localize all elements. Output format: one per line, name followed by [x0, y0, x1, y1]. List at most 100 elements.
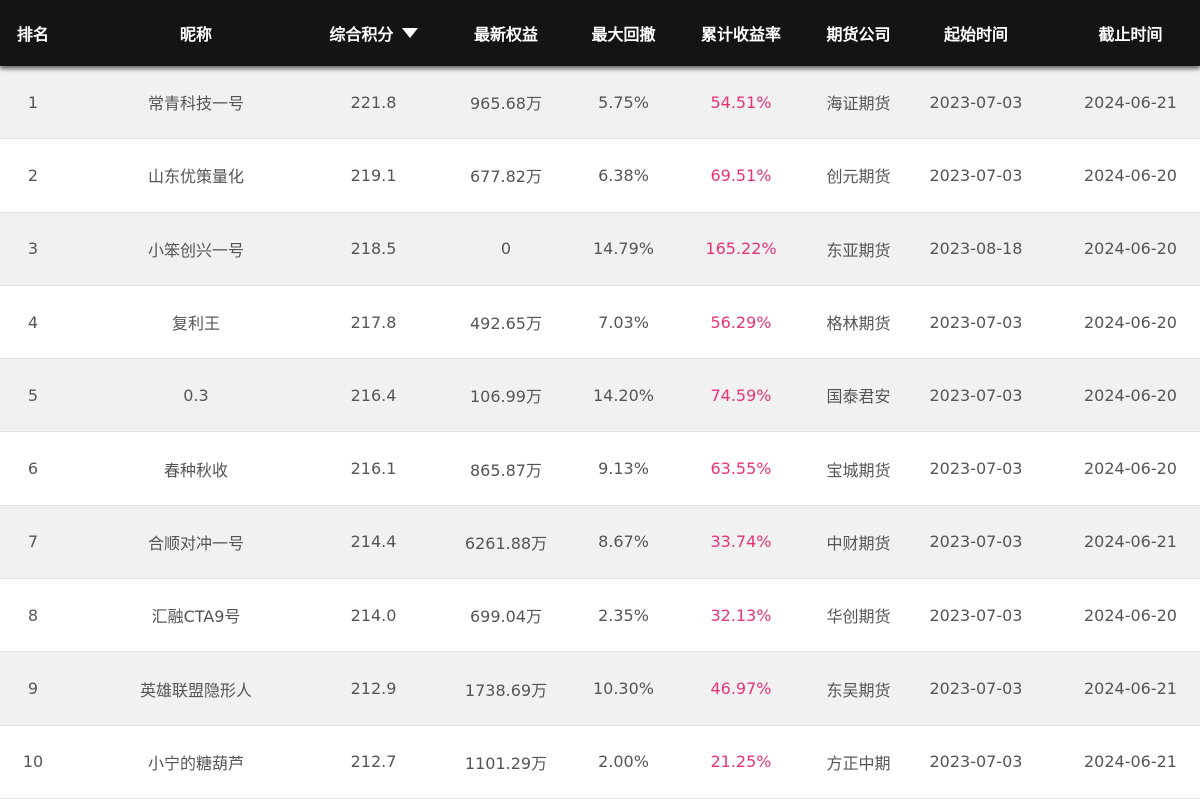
- cumulative-return-cell: 33.74%: [710, 532, 772, 552]
- table-row: 2 山东优策量化 219.1 677.82万 6.38% 69.51% 创元期货 2023-0…: [0, 139, 1200, 213]
- score-cell: 219.1: [350, 165, 397, 185]
- max-drawdown-cell: 14.79%: [592, 239, 654, 259]
- cumulative-return-cell: 74.59%: [710, 385, 772, 405]
- equity-cell: 6261.88万: [464, 533, 548, 553]
- score-cell: 221.8: [350, 92, 397, 112]
- ranking-table: 排名 昵称 综合积分 最新权益 最大回撤 累计收益率 期货公司 起始时间 截止时…: [0, 0, 1200, 799]
- nickname-cell: 合顺对冲一号: [147, 533, 244, 553]
- start-time-cell: 2023-07-03: [929, 385, 1023, 405]
- equity-cell: 699.04万: [470, 607, 542, 627]
- max-drawdown-cell: 9.13%: [598, 459, 649, 479]
- start-time-cell: 2023-07-03: [929, 605, 1023, 625]
- table-row: 10 小宁的糖葫芦 212.7 1101.29万 2.00% 21.25% 方正中期 2023…: [0, 725, 1200, 799]
- futures-company-cell: 海证期货: [826, 94, 891, 114]
- cumulative-return-cell: 165.22%: [705, 239, 777, 259]
- end-time-cell: 2024-06-21: [1084, 532, 1177, 552]
- nickname-cell: 小宁的糖葫芦: [147, 753, 244, 773]
- score-cell: 212.9: [350, 679, 397, 699]
- rank-cell: 3: [27, 239, 39, 259]
- cumulative-return-cell: 46.97%: [710, 679, 772, 699]
- score-cell: 218.5: [350, 239, 397, 259]
- rank-cell: 2: [27, 165, 39, 185]
- max-drawdown-cell: 2.00%: [598, 752, 649, 772]
- cumulative-return-cell: 32.13%: [710, 605, 772, 625]
- futures-company-cell: 方正中期: [826, 753, 891, 773]
- caret-down-icon[interactable]: [401, 28, 418, 38]
- start-time-cell: 2023-07-03: [929, 532, 1023, 552]
- end-time-cell: 2024-06-20: [1084, 239, 1177, 259]
- equity-cell: 1101.29万: [464, 753, 548, 773]
- header-end-time: 截止时间: [1098, 25, 1163, 44]
- max-drawdown-cell: 2.35%: [598, 605, 649, 625]
- end-time-cell: 2024-06-20: [1084, 605, 1177, 625]
- end-time-cell: 2024-06-20: [1084, 459, 1177, 479]
- equity-cell: 865.87万: [470, 460, 542, 480]
- nickname-cell: 汇融CTA9号: [151, 607, 241, 627]
- header-nickname: 昵称: [179, 25, 212, 44]
- start-time-cell: 2023-07-03: [929, 459, 1023, 479]
- max-drawdown-cell: 6.38%: [598, 165, 649, 185]
- nickname-cell: 复利王: [171, 314, 220, 334]
- header-max-drawdown: 最大回撤: [591, 25, 656, 44]
- start-time-cell: 2023-07-03: [929, 752, 1023, 772]
- start-time-cell: 2023-08-18: [929, 239, 1023, 259]
- equity-cell: 677.82万: [470, 167, 542, 187]
- end-time-cell: 2024-06-20: [1084, 165, 1177, 185]
- futures-company-cell: 中财期货: [826, 533, 891, 553]
- table-row: 6 春种秋收 216.1 865.87万 9.13% 63.55% 宝城期货 2023-07-…: [0, 432, 1200, 506]
- rank-cell: 8: [27, 605, 39, 625]
- nickname-cell: 小笨创兴一号: [147, 240, 244, 260]
- table-row: 5 0.3 216.4 106.99万 14.20% 74.59% 国泰君安 2023-07-…: [0, 359, 1200, 433]
- futures-company-cell: 格林期货: [826, 314, 891, 334]
- table-header: 排名 昵称 综合积分 最新权益 最大回撤 累计收益率 期货公司 起始时间 截止时…: [0, 0, 1200, 66]
- equity-cell: 106.99万: [470, 387, 542, 407]
- score-cell: 214.0: [350, 605, 397, 625]
- futures-company-cell: 东亚期货: [826, 240, 891, 260]
- rank-cell: 6: [27, 459, 39, 479]
- score-cell: 216.4: [350, 385, 397, 405]
- equity-cell: 492.65万: [470, 314, 542, 334]
- header-score-label: 综合积分: [329, 25, 394, 44]
- max-drawdown-cell: 7.03%: [598, 312, 649, 332]
- table-row: 1 常青科技一号 221.8 965.68万 5.75% 54.51% 海证期货 2023-0…: [0, 66, 1200, 140]
- futures-company-cell: 东吴期货: [826, 680, 891, 700]
- nickname-cell: 0.3: [183, 385, 209, 405]
- table-row: 3 小笨创兴一号 218.5 0 14.79% 165.22% 东亚期货 2023-08-18…: [0, 212, 1200, 286]
- start-time-cell: 2023-07-03: [929, 92, 1023, 112]
- header-futures-company: 期货公司: [826, 25, 891, 44]
- equity-cell: 1738.69万: [464, 680, 548, 700]
- nickname-cell: 春种秋收: [163, 460, 228, 480]
- header-cumulative-return: 累计收益率: [700, 25, 781, 44]
- table-row: 4 复利王 217.8 492.65万 7.03% 56.29% 格林期货 2023-07-0…: [0, 285, 1200, 360]
- score-cell: 214.4: [350, 532, 397, 552]
- max-drawdown-cell: 10.30%: [592, 679, 654, 699]
- header-score-sort[interactable]: 综合积分: [326, 0, 421, 66]
- score-cell: 216.1: [350, 459, 397, 479]
- nickname-cell: 山东优策量化: [147, 167, 244, 187]
- end-time-cell: 2024-06-20: [1084, 385, 1177, 405]
- header-rank: 排名: [16, 25, 49, 44]
- start-time-cell: 2023-07-03: [929, 312, 1023, 332]
- end-time-cell: 2024-06-21: [1084, 752, 1177, 772]
- max-drawdown-cell: 5.75%: [598, 92, 649, 112]
- rank-cell: 9: [27, 679, 39, 699]
- end-time-cell: 2024-06-21: [1084, 679, 1177, 699]
- futures-company-cell: 宝城期货: [826, 460, 891, 480]
- equity-cell: 965.68万: [470, 94, 542, 114]
- max-drawdown-cell: 14.20%: [592, 385, 654, 405]
- cumulative-return-cell: 63.55%: [710, 459, 772, 479]
- equity-cell: 0: [500, 239, 512, 259]
- cumulative-return-cell: 54.51%: [710, 92, 772, 112]
- header-start-time: 起始时间: [943, 25, 1008, 44]
- nickname-cell: 英雄联盟隐形人: [139, 680, 252, 700]
- rank-cell: 7: [27, 532, 39, 552]
- cumulative-return-cell: 21.25%: [710, 752, 772, 772]
- futures-company-cell: 创元期货: [826, 167, 891, 187]
- table-body: 1 常青科技一号 221.8 965.68万 5.75% 54.51% 海证期货 2023-0…: [0, 66, 1200, 799]
- rank-cell: 5: [27, 385, 39, 405]
- table-row: 8 汇融CTA9号 214.0 699.04万 2.35% 32.13% 华创期货 2023-…: [0, 579, 1200, 653]
- score-cell: 212.7: [350, 752, 397, 772]
- rank-cell: 10: [22, 752, 44, 772]
- rank-cell: 1: [27, 92, 39, 112]
- start-time-cell: 2023-07-03: [929, 165, 1023, 185]
